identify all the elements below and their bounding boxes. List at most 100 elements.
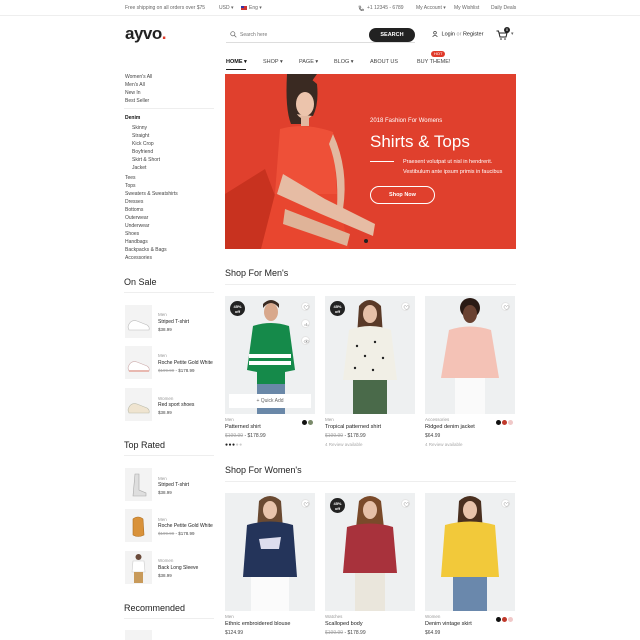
category-womens-all[interactable]: Women's All: [125, 74, 152, 80]
product-name[interactable]: Roche Petite Gold White: [158, 360, 213, 366]
swatch-black[interactable]: [496, 617, 501, 622]
quick-add-button[interactable]: + Quick Add: [229, 394, 311, 408]
product-name[interactable]: Striped T-shirt: [158, 319, 189, 325]
nav-home[interactable]: HOME ▾: [226, 59, 247, 65]
old-price: $199.99: [158, 368, 175, 373]
product-name[interactable]: Striped T-shirt: [158, 482, 189, 488]
language-selector[interactable]: Eng ▾: [249, 5, 262, 11]
product-card[interactable]: Accessories Ridged denim jacket $64.99 4…: [425, 296, 515, 447]
logo[interactable]: ayvo.: [125, 24, 167, 44]
product-thumbnail[interactable]: [125, 551, 152, 584]
category-skinny[interactable]: Skinny: [132, 125, 147, 131]
category-best-seller[interactable]: Best Seller: [125, 98, 149, 104]
product-price: $64.99: [425, 433, 441, 439]
swatch-pink[interactable]: [508, 420, 513, 425]
discount-badge: 45% off: [330, 498, 345, 513]
product-name[interactable]: Back Long Sleeve: [158, 565, 198, 571]
search-button[interactable]: SEARCH: [369, 28, 415, 42]
swatch-black[interactable]: [302, 420, 307, 425]
hero-banner[interactable]: 2018 Fashion For Womens Shirts & Tops Pr…: [225, 74, 516, 249]
main-nav: HOME ▾ SHOP ▾ PAGE ▾ BLOG ▾ ABOUT US BUY…: [0, 59, 640, 69]
product-thumbnail[interactable]: [125, 630, 152, 640]
my-account-link[interactable]: My Account ▾: [416, 5, 446, 11]
product-name[interactable]: Red sport shoes: [158, 402, 194, 408]
category-dresses[interactable]: Dresses: [125, 199, 143, 205]
product-card[interactable]: 45% off Men Tropical patterned shirt $199…: [325, 296, 415, 447]
login-link[interactable]: Login: [442, 31, 455, 37]
shop-now-button[interactable]: Shop Now: [370, 186, 435, 204]
category-backpacks[interactable]: Backpacks & Bags: [125, 247, 167, 253]
quick-view-eye-icon[interactable]: [301, 336, 310, 345]
product-image[interactable]: [225, 493, 315, 611]
product-image[interactable]: 45% off + Quick Add: [225, 296, 315, 414]
product-card[interactable]: 45% off + Quick Add Men Patterned shirt $…: [225, 296, 315, 448]
category-tees[interactable]: Tees: [125, 175, 136, 181]
product-thumbnail[interactable]: [125, 346, 152, 379]
swatch-red[interactable]: [502, 617, 507, 622]
nav-buy-theme[interactable]: BUY THEME!: [417, 59, 450, 65]
product-category: Women: [158, 558, 174, 563]
wishlist-heart-icon[interactable]: [301, 499, 310, 508]
nav-page[interactable]: PAGE ▾: [299, 59, 318, 65]
category-boyfriend[interactable]: Boyfriend: [132, 149, 153, 155]
category-sweaters[interactable]: Sweaters & Sweatshirts: [125, 191, 178, 197]
category-straight[interactable]: Straight: [132, 133, 149, 139]
product-card[interactable]: 45% off Watches Scalloped body $199.99 - …: [325, 493, 415, 636]
wishlist-heart-icon[interactable]: [501, 499, 510, 508]
my-wishlist-link[interactable]: My Wishlist: [454, 5, 479, 11]
category-denim[interactable]: Denim: [125, 115, 140, 121]
product-name[interactable]: Roche Petite Gold White: [158, 523, 213, 529]
swatch-black[interactable]: [496, 420, 501, 425]
category-handbags[interactable]: Handbags: [125, 239, 148, 245]
product-image[interactable]: [425, 296, 515, 414]
review-count[interactable]: 4 Review available: [425, 442, 515, 447]
nav-shop[interactable]: SHOP ▾: [263, 59, 283, 65]
product-name[interactable]: Tropical patterned shirt: [325, 424, 415, 430]
register-link[interactable]: Register: [463, 31, 483, 37]
category-outerwear[interactable]: Outerwear: [125, 215, 148, 221]
category-shoes[interactable]: Shoes: [125, 231, 139, 237]
currency-selector[interactable]: USD ▾: [219, 5, 233, 11]
phone-number: +1 12345 - 6789: [367, 5, 404, 11]
product-image[interactable]: 45% off: [325, 493, 415, 611]
hero-title: Shirts & Tops: [370, 132, 470, 151]
top-bar: Free shipping on all orders over $75 USD…: [0, 0, 640, 16]
category-bottoms[interactable]: Bottoms: [125, 207, 143, 213]
category-jacket[interactable]: Jacket: [132, 165, 146, 171]
category-kick-crop[interactable]: Kick Crop: [132, 141, 154, 147]
category-new-in[interactable]: New In: [125, 90, 141, 96]
search-input[interactable]: [240, 30, 365, 40]
swatch-olive[interactable]: [308, 420, 313, 425]
category-skirt-short[interactable]: Skirt & Short: [132, 157, 160, 163]
wishlist-heart-icon[interactable]: [401, 499, 410, 508]
product-thumbnail[interactable]: [125, 305, 152, 338]
login-register: Login or Register: [432, 31, 483, 37]
daily-deals-link[interactable]: Daily Deals: [491, 5, 516, 11]
nav-blog[interactable]: BLOG ▾: [334, 59, 354, 65]
category-mens-all[interactable]: Men's All: [125, 82, 145, 88]
cart-chevron-icon[interactable]: ▾: [511, 31, 514, 37]
product-name[interactable]: Scalloped body: [325, 621, 415, 627]
wishlist-heart-icon[interactable]: [501, 302, 510, 311]
review-count[interactable]: 4 Review available: [325, 442, 415, 447]
category-accessories[interactable]: Accessories: [125, 255, 152, 261]
category-tops[interactable]: Tops: [125, 183, 136, 189]
product-name[interactable]: Ethnic embroidered blouse: [225, 621, 315, 627]
product-card[interactable]: Men Ethnic embroidered blouse $124.99: [225, 493, 315, 636]
product-thumbnail[interactable]: [125, 509, 152, 542]
color-swatches: [301, 420, 313, 427]
product-card[interactable]: Women Denim vintage skirt $64.99: [425, 493, 515, 636]
swatch-red[interactable]: [502, 420, 507, 425]
compare-icon[interactable]: [301, 319, 310, 328]
nav-about-us[interactable]: ABOUT US: [370, 59, 398, 65]
wishlist-heart-icon[interactable]: [301, 302, 310, 311]
swatch-pink[interactable]: [508, 617, 513, 622]
product-thumbnail[interactable]: [125, 468, 152, 501]
carousel-dot[interactable]: [364, 239, 368, 243]
product-image[interactable]: 45% off: [325, 296, 415, 414]
product-thumbnail[interactable]: [125, 388, 152, 421]
wishlist-heart-icon[interactable]: [401, 302, 410, 311]
category-underwear[interactable]: Underwear: [125, 223, 149, 229]
product-image[interactable]: [425, 493, 515, 611]
section-title-mens: Shop For Men's: [225, 268, 289, 278]
